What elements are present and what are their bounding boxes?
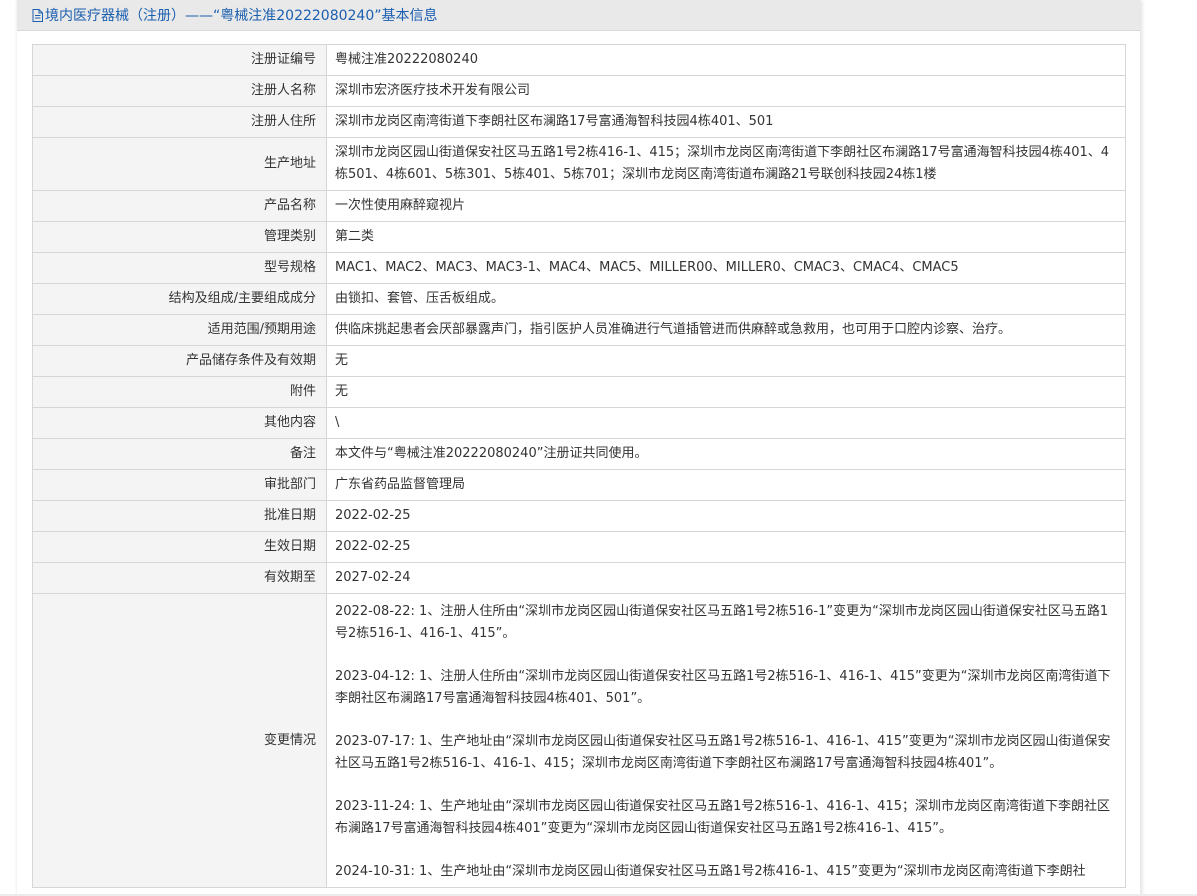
table-row: 注册证编号 粤械注准20222080240 (32, 44, 1126, 76)
table-row: 审批部门 广东省药品监督管理局 (32, 469, 1126, 501)
table-row: 注册人住所 深圳市龙岗区南湾街道下李朗社区布澜路17号富通海智科技园4栋401、5… (32, 106, 1126, 138)
field-value: 本文件与“粤械注准20222080240”注册证共同使用。 (326, 438, 1126, 470)
table-row: 备注 本文件与“粤械注准20222080240”注册证共同使用。 (32, 438, 1126, 470)
table-row: 生效日期 2022-02-25 (32, 531, 1126, 563)
table-row: 管理类别 第二类 (32, 221, 1126, 253)
field-label: 备注 (32, 438, 327, 470)
field-value: 无 (326, 376, 1126, 408)
change-entry: 2022-08-22: 1、注册人住所由“深圳市龙岗区园山街道保安社区马五路1号… (335, 604, 1109, 641)
field-label: 适用范围/预期用途 (32, 314, 327, 346)
field-label: 产品储存条件及有效期 (32, 345, 327, 377)
field-value: 2022-02-25 (326, 500, 1126, 532)
field-label: 有效期至 (32, 562, 327, 594)
field-value: 广东省药品监督管理局 (326, 469, 1126, 501)
field-label: 型号规格 (32, 252, 327, 284)
field-label: 注册人名称 (32, 75, 327, 107)
field-value: 2022-02-25 (326, 531, 1126, 563)
change-history: 2022-08-22: 1、注册人住所由“深圳市龙岗区园山街道保安社区马五路1号… (326, 593, 1126, 888)
table-row: 批准日期 2022-02-25 (32, 500, 1126, 532)
field-label: 附件 (32, 376, 327, 408)
table-row: 有效期至 2027-02-24 (32, 562, 1126, 594)
change-entry: 2023-04-12: 1、注册人住所由“深圳市龙岗区园山街道保安社区马五路1号… (335, 669, 1111, 706)
field-value: 一次性使用麻醉窥视片 (326, 190, 1126, 222)
field-value: 深圳市龙岗区南湾街道下李朗社区布澜路17号富通海智科技园4栋401、501 (326, 106, 1126, 138)
field-label: 批准日期 (32, 500, 327, 532)
field-label: 变更情况 (32, 593, 327, 888)
field-value: 深圳市宏济医疗技术开发有限公司 (326, 75, 1126, 107)
field-label: 注册人住所 (32, 106, 327, 138)
table-row: 产品储存条件及有效期无 (32, 345, 1126, 377)
field-label: 管理类别 (32, 221, 327, 253)
field-label: 生产地址 (32, 137, 327, 191)
field-value: 粤械注准20222080240 (326, 44, 1126, 76)
field-value: \ (326, 407, 1126, 439)
change-entry: 2023-07-17: 1、生产地址由“深圳市龙岗区园山街道保安社区马五路1号2… (335, 734, 1111, 771)
table-row: 注册人名称 深圳市宏济医疗技术开发有限公司 (32, 75, 1126, 107)
field-value: 无 (326, 345, 1126, 377)
page-header: 境内医疗器械（注册）——“粤械注准20222080240”基本信息 (17, 0, 1140, 31)
registration-info-table: 注册证编号 粤械注准20222080240 注册人名称 深圳市宏济医疗技术开发有限公司… (32, 44, 1126, 888)
table-row: 型号规格 MAC1、MAC2、MAC3、MAC3-1、MAC4、MAC5、MILL… (32, 252, 1126, 284)
change-entry: 2023-11-24: 1、生产地址由“深圳市龙岗区园山街道保安社区马五路1号2… (335, 799, 1110, 836)
table-row: 适用范围/预期用途 供临床挑起患者会厌部暴露声门，指引医护人员准确进行气道插管进而… (32, 314, 1126, 346)
change-entry: 2024-10-31: 1、生产地址由“深圳市龙岗区园山街道保安社区马五路1号2… (335, 864, 1086, 879)
field-value: MAC1、MAC2、MAC3、MAC3-1、MAC4、MAC5、MILLER00… (326, 252, 1126, 284)
field-label: 其他内容 (32, 407, 327, 439)
detail-panel: 境内医疗器械（注册）——“粤械注准20222080240”基本信息 注册证编号粤… (17, 0, 1140, 896)
page-title: 境内医疗器械（注册）——“粤械注准20222080240”基本信息 (45, 8, 438, 24)
document-icon (32, 8, 43, 22)
field-label: 结构及组成/主要组成成分 (32, 283, 327, 315)
field-label: 产品名称 (32, 190, 327, 222)
table-row: 其他内容 \ (32, 407, 1126, 439)
table-row: 结构及组成/主要组成成分 由锁扣、套管、压舌板组成。 (32, 283, 1126, 315)
field-label: 注册证编号 (32, 44, 327, 76)
field-value: 由锁扣、套管、压舌板组成。 (326, 283, 1126, 315)
field-value: 供临床挑起患者会厌部暴露声门，指引医护人员准确进行气道插管进而供麻醉或急救用，也… (326, 314, 1126, 346)
table-row-changes: 变更情况 2022-08-22: 1、注册人住所由“深圳市龙岗区园山街道保安社区马… (32, 593, 1126, 888)
table-row: 生产地址 深圳市龙岗区园山街道保安社区马五路1号2栋416-1、415；深圳市龙岗… (32, 137, 1126, 191)
table-row: 附件无 (32, 376, 1126, 408)
field-value: 第二类 (326, 221, 1126, 253)
field-value: 深圳市龙岗区园山街道保安社区马五路1号2栋416-1、415；深圳市龙岗区南湾街… (326, 137, 1126, 191)
table-row: 产品名称 一次性使用麻醉窥视片 (32, 190, 1126, 222)
field-label: 生效日期 (32, 531, 327, 563)
field-label: 审批部门 (32, 469, 327, 501)
field-value: 2027-02-24 (326, 562, 1126, 594)
